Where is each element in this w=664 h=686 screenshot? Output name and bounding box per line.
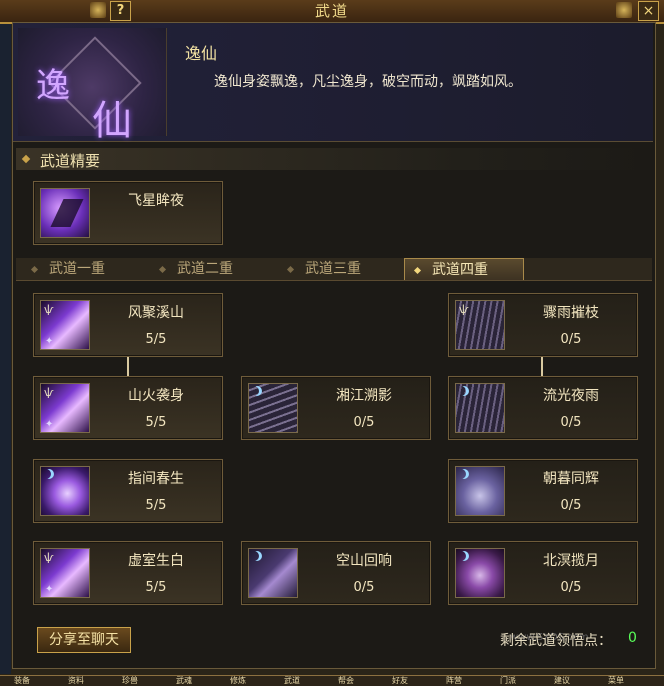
skill-name: 虚室生白 [128,553,184,569]
purple-slash-icon: ѱ ✦ [40,383,90,433]
skill-name: 流光夜雨 [543,388,599,404]
bottom-menu-item[interactable]: 装备 [14,676,30,685]
rain-strike-icon: ѱ [455,300,505,350]
skill-level: 5/5 [145,498,167,513]
emblem-glyph: 逸 [36,66,70,106]
tab-tier-4[interactable]: 武道四重 [404,258,524,280]
skill-name: 飞星眸夜 [128,193,184,209]
skill-level: 0/5 [353,580,375,595]
skill-level: 5/5 [145,415,167,430]
crescent-moon-icon [40,466,90,516]
skill-card[interactable]: ѱ ✦ 虚室生白 5/5 [33,541,223,605]
skill-card[interactable]: 北溟揽月 0/5 [448,541,638,605]
skill-level: 0/5 [353,415,375,430]
bottom-menu-item[interactable]: 武道 [284,676,300,685]
remaining-points-label: 剩余武道领悟点： [500,633,612,649]
mountain-echo-icon [248,548,298,598]
bottom-menu-item[interactable]: 资料 [68,676,84,685]
background-strip [0,24,11,674]
skill-name: 朝暮同辉 [543,471,599,487]
tab-tier-1[interactable]: 武道一重 [30,258,142,280]
skill-card[interactable]: ѱ ✦ 风聚溪山 5/5 [33,293,223,357]
skill-card[interactable]: 空山回响 0/5 [241,541,431,605]
emblem-glyph: 仙 [92,98,132,144]
share-to-chat-button[interactable]: 分享至聊天 [37,627,131,653]
skill-card[interactable]: 湘江溯影 0/5 [241,376,431,440]
school-emblem: 逸 仙 [18,28,167,144]
skill-level: 0/5 [560,332,582,347]
skill-card[interactable]: 朝暮同辉 0/5 [448,459,638,523]
diamond-bullet-icon [21,154,31,164]
skill-name: 骤雨摧枝 [543,305,599,321]
purple-slash-icon: ѱ ✦ [40,548,90,598]
essence-skill-card[interactable]: 飞星眸夜 [33,181,223,245]
skill-connector [127,356,129,376]
skill-name: 山火袭身 [128,388,184,404]
bottom-menu-item[interactable]: 武魂 [176,676,192,685]
skill-name: 空山回响 [336,553,392,569]
school-description: 逸仙身姿飘逸，凡尘逸身，破空而动，飒踏如风。 [214,74,522,90]
skill-card[interactable]: ѱ ✦ 山火袭身 5/5 [33,376,223,440]
school-name: 逸仙 [185,44,218,63]
bottom-menu-item[interactable]: 珍兽 [122,676,138,685]
flying-star-icon [40,188,90,238]
title-ornament-icon [616,2,632,18]
close-button[interactable]: × [638,1,659,21]
skill-level: 5/5 [145,332,167,347]
skill-connector [541,356,543,376]
skill-name: 指间春生 [128,471,184,487]
bottom-menu-item[interactable]: 修炼 [230,676,246,685]
bottom-menu-item[interactable]: 帮会 [338,676,354,685]
skill-level: 0/5 [560,415,582,430]
skill-card[interactable]: ѱ 骤雨摧枝 0/5 [448,293,638,357]
skill-card[interactable]: 指间春生 5/5 [33,459,223,523]
skill-name: 湘江溯影 [336,388,392,404]
bottom-menu-item[interactable]: 菜单 [608,676,624,685]
skill-card[interactable]: 流光夜雨 0/5 [448,376,638,440]
title-ornament-icon [90,2,106,18]
skill-level: 0/5 [560,580,582,595]
section-header: 武道精要 [16,148,652,170]
help-button[interactable]: ? [110,1,131,21]
rain-strike-icon [455,383,505,433]
purple-slash-icon: ѱ ✦ [40,300,90,350]
skill-name: 北溟揽月 [543,553,599,569]
bottom-menu-item[interactable]: 阵营 [446,676,462,685]
twilight-icon [455,466,505,516]
skill-name: 风聚溪山 [128,305,184,321]
skill-level: 5/5 [145,580,167,595]
bottom-menu-item[interactable]: 建议 [554,676,570,685]
tab-tier-3[interactable]: 武道三重 [286,258,398,280]
skill-level: 0/5 [560,498,582,513]
river-shadow-icon [248,383,298,433]
tab-tier-2[interactable]: 武道二重 [158,258,270,280]
bottom-menu-item[interactable]: 门派 [500,676,516,685]
section-title: 武道精要 [40,152,101,170]
remaining-points-value: 0 [628,630,637,646]
bottom-menu-item[interactable]: 好友 [392,676,408,685]
swirl-moon-icon [455,548,505,598]
